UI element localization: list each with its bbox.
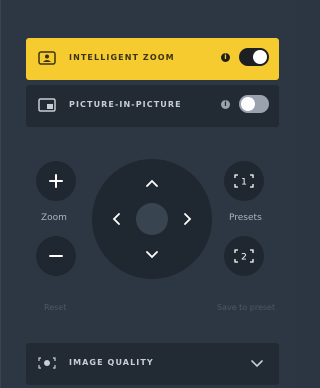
info-icon[interactable]: i	[221, 100, 230, 109]
zoom-out-button[interactable]	[36, 236, 76, 276]
image-quality-row[interactable]: IMAGE QUALITY	[26, 343, 279, 385]
pan-up-button[interactable]	[144, 175, 160, 191]
dpad-center-button[interactable]	[136, 203, 168, 235]
save-to-preset-button[interactable]: Save to preset	[217, 303, 275, 312]
picture-in-picture-row[interactable]: PICTURE-IN-PICTURE i	[26, 85, 279, 127]
zoom-in-button[interactable]	[36, 161, 76, 201]
camera-eye-icon	[38, 357, 56, 369]
picture-in-picture-label: PICTURE-IN-PICTURE	[69, 100, 182, 109]
pan-tilt-dpad	[92, 159, 212, 279]
intelligent-zoom-toggle[interactable]	[239, 48, 269, 66]
intelligent-zoom-label: INTELLIGENT ZOOM	[69, 53, 175, 62]
chevron-down-icon[interactable]	[250, 358, 264, 368]
preset-1-icon: 1	[234, 174, 254, 188]
picture-in-picture-icon	[38, 98, 56, 112]
toggle-knob	[253, 50, 267, 64]
preset-1-button[interactable]: 1	[224, 161, 264, 201]
pan-down-button[interactable]	[144, 247, 160, 263]
reset-button[interactable]: Reset	[44, 303, 66, 312]
picture-in-picture-toggle[interactable]	[239, 95, 269, 113]
person-frame-icon	[38, 51, 56, 65]
camera-control-panel: INTELLIGENT ZOOM i PICTURE-IN-PICTURE i …	[0, 0, 295, 388]
toggle-knob	[241, 97, 255, 111]
preset-2-button[interactable]: 2	[224, 236, 264, 276]
image-quality-label: IMAGE QUALITY	[69, 358, 154, 367]
chevron-right-icon	[184, 213, 192, 225]
chevron-left-icon	[112, 213, 120, 225]
preset-2-icon: 2	[234, 249, 254, 263]
chevron-down-icon	[146, 251, 158, 259]
minus-icon	[49, 255, 63, 257]
pan-left-button[interactable]	[108, 211, 124, 227]
info-icon[interactable]: i	[221, 53, 230, 62]
pan-right-button[interactable]	[180, 211, 196, 227]
zoom-label: Zoom	[41, 213, 67, 223]
preset-1-number: 1	[241, 178, 247, 188]
plus-icon	[49, 174, 63, 188]
presets-label: Presets	[229, 213, 262, 223]
preset-2-number: 2	[241, 253, 247, 263]
intelligent-zoom-row[interactable]: INTELLIGENT ZOOM i	[26, 38, 279, 80]
chevron-up-icon	[146, 179, 158, 187]
